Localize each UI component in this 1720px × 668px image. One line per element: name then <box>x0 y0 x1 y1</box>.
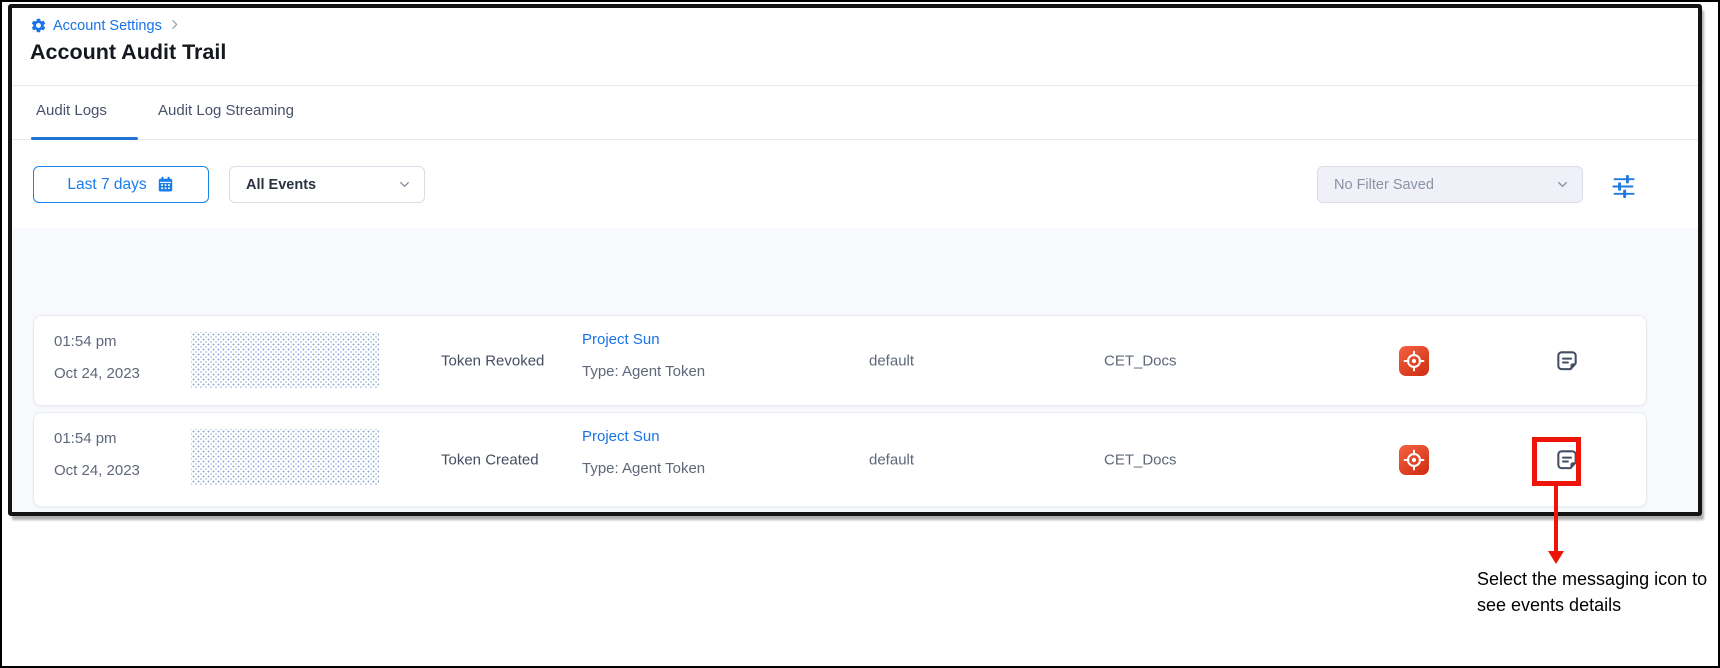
annotation-highlight-box <box>1532 437 1581 486</box>
calendar-icon <box>156 175 175 194</box>
chevron-down-icon <box>397 177 412 192</box>
event-type-dropdown[interactable]: All Events <box>229 166 425 203</box>
resource-type: Type: Agent Token <box>582 460 705 477</box>
event-action: Token Revoked <box>441 352 544 369</box>
project-value: CET_Docs <box>1104 451 1177 468</box>
active-tab-underline <box>31 137 138 140</box>
resource-link[interactable]: Project Sun <box>582 331 660 348</box>
resource-link[interactable]: Project Sun <box>582 428 660 445</box>
event-date: Oct 24, 2023 <box>54 462 140 479</box>
target-module-icon <box>1399 346 1429 376</box>
date-range-button[interactable]: Last 7 days <box>33 166 209 203</box>
tab-audit-log-streaming[interactable]: Audit Log Streaming <box>158 102 294 119</box>
organization-value: default <box>869 451 914 468</box>
annotation-caption: Select the messaging icon to see events … <box>1477 567 1713 619</box>
audit-trail-window: Account Settings Account Audit Trail Aud… <box>8 4 1702 516</box>
event-time: 01:54 pm <box>54 333 117 350</box>
filter-sliders-icon[interactable] <box>1608 171 1638 201</box>
event-time: 01:54 pm <box>54 430 117 447</box>
breadcrumb: Account Settings <box>30 17 181 34</box>
header-divider <box>12 85 1698 86</box>
chevron-down-icon <box>1555 177 1570 192</box>
redacted-user-pattern <box>191 429 379 485</box>
page-title: Account Audit Trail <box>30 40 226 65</box>
organization-value: default <box>869 352 914 369</box>
breadcrumb-account-settings-link[interactable]: Account Settings <box>30 17 162 34</box>
target-module-icon <box>1399 445 1429 475</box>
tab-audit-logs[interactable]: Audit Logs <box>36 102 107 119</box>
resource-type: Type: Agent Token <box>582 363 705 380</box>
breadcrumb-label: Account Settings <box>53 18 162 34</box>
saved-filter-value: No Filter Saved <box>1334 177 1434 193</box>
project-value: CET_Docs <box>1104 352 1177 369</box>
gear-icon <box>30 17 47 34</box>
event-type-value: All Events <box>246 177 316 193</box>
event-date: Oct 24, 2023 <box>54 365 140 382</box>
message-note-icon[interactable] <box>1554 348 1580 374</box>
table-row: 01:54 pm Oct 24, 2023 Token Revoked Proj… <box>33 315 1647 406</box>
chevron-right-icon <box>168 18 181 34</box>
annotation-arrow-line <box>1554 486 1558 552</box>
table-row: 01:54 pm Oct 24, 2023 Token Created Proj… <box>33 412 1647 507</box>
annotation-arrow-head <box>1548 551 1564 564</box>
date-range-label: Last 7 days <box>67 176 146 194</box>
redacted-user-pattern <box>191 332 379 388</box>
event-action: Token Created <box>441 451 539 468</box>
saved-filter-dropdown[interactable]: No Filter Saved <box>1317 166 1583 203</box>
tabs-divider <box>12 139 1698 140</box>
